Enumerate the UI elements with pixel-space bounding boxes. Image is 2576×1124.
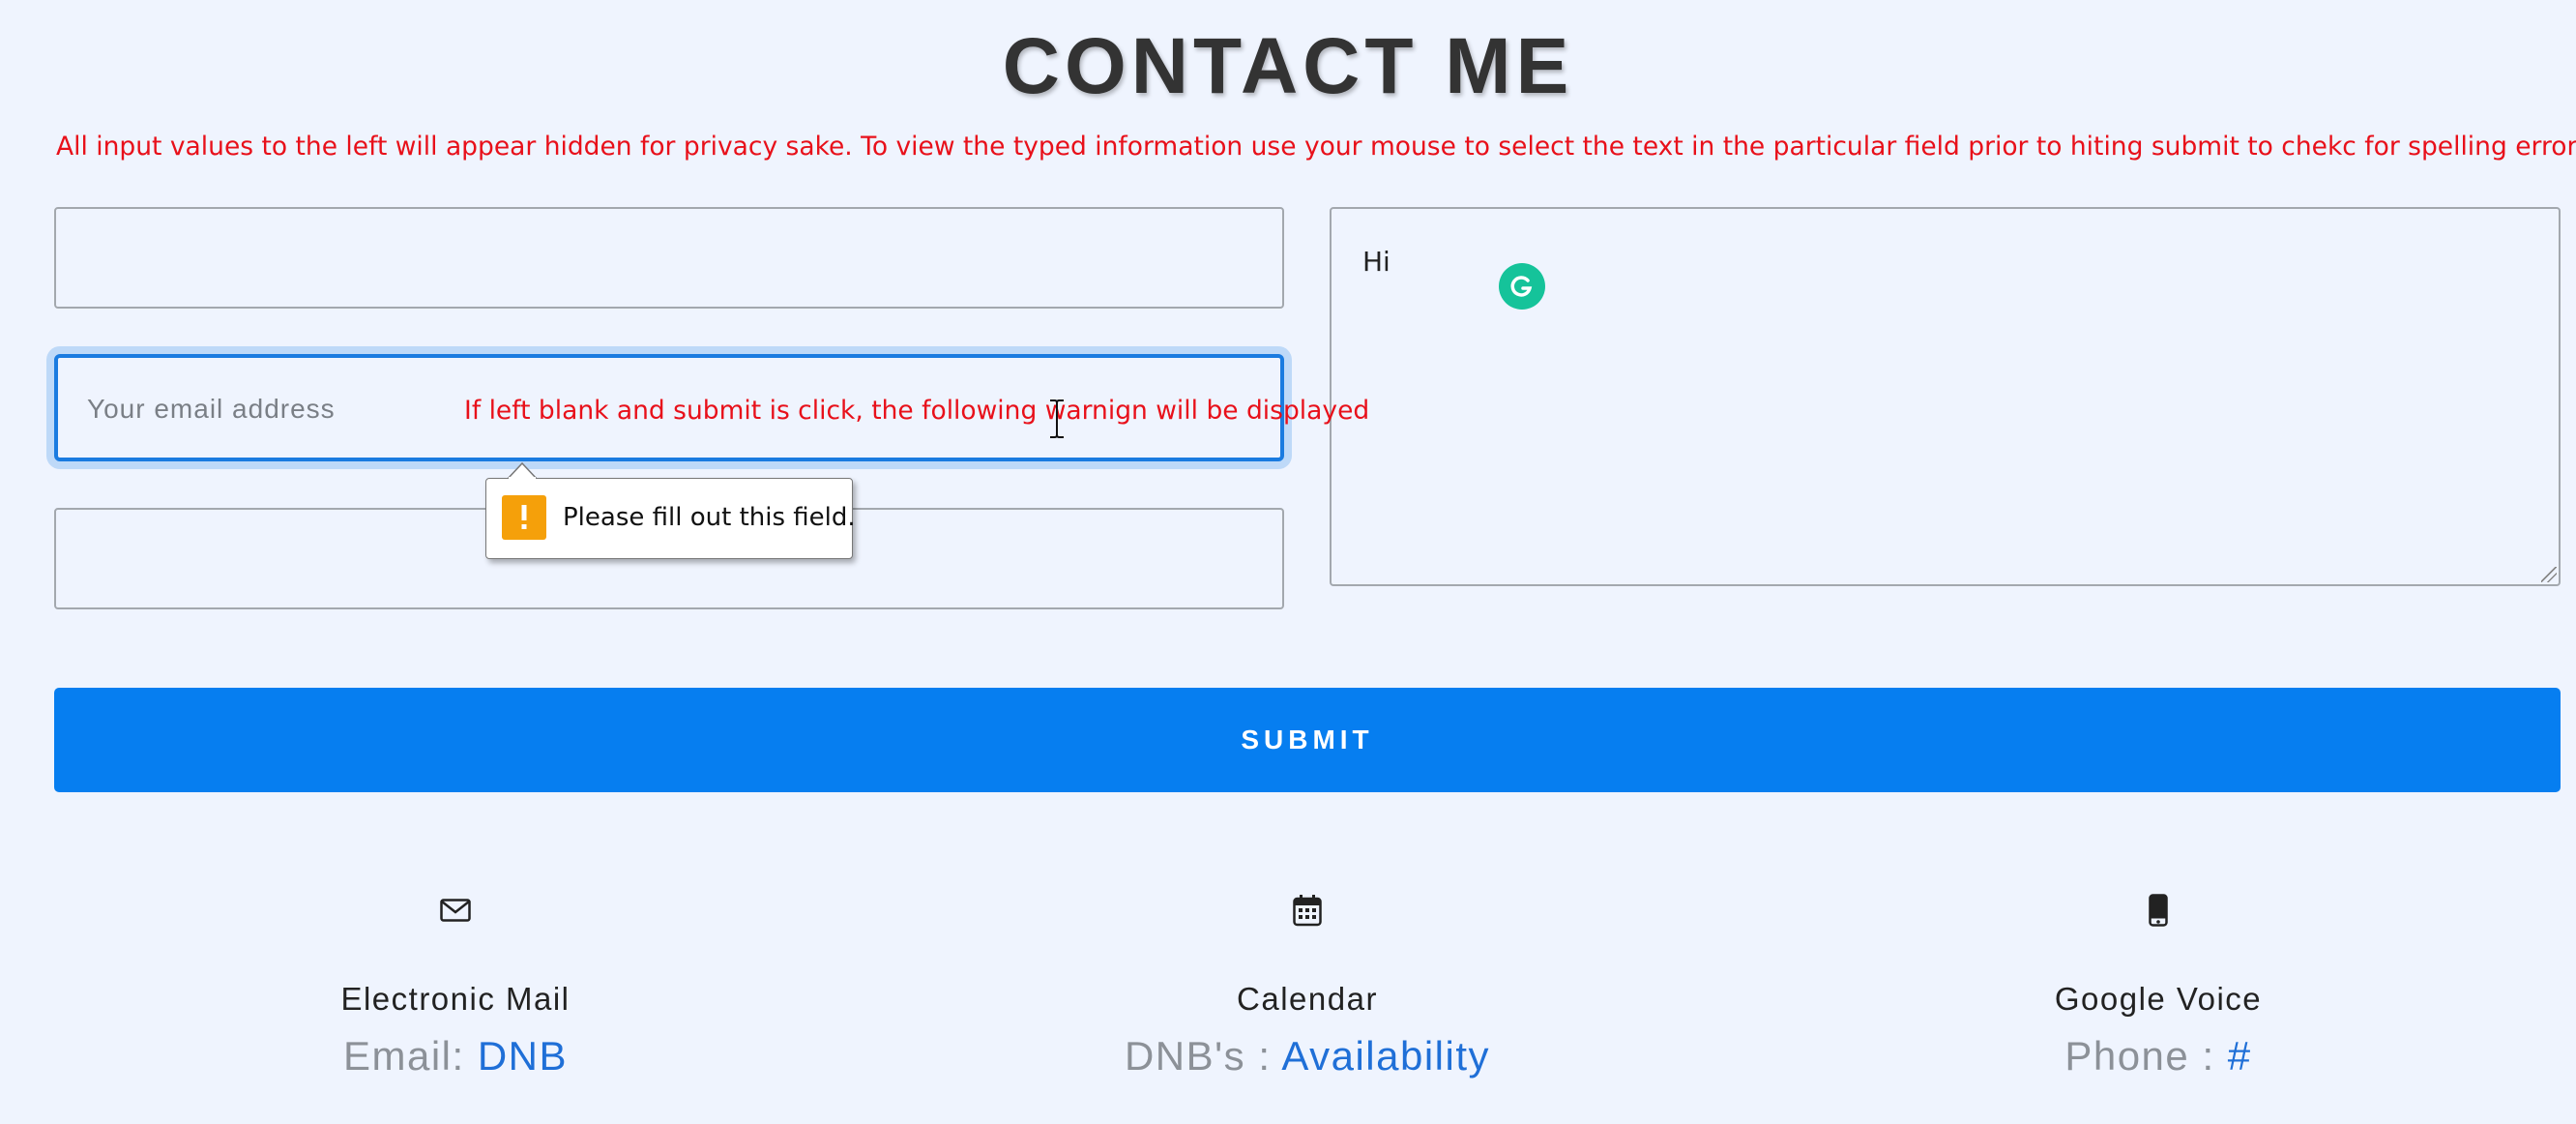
- mobile-phone-icon: [1820, 890, 2497, 931]
- contact-label: Electronic Mail: [340, 981, 571, 1017]
- validation-message: Please fill out this field.: [563, 503, 856, 532]
- contact-prefix: Phone :: [2064, 1033, 2228, 1079]
- text-cursor-icon: [1047, 399, 1067, 444]
- grammarly-icon[interactable]: [1499, 263, 1545, 310]
- message-value: Hi: [1362, 246, 1390, 278]
- warning-annotation: If left blank and submit is click, the f…: [464, 396, 1370, 426]
- email-placeholder: Your email address: [87, 394, 336, 424]
- validation-tooltip: Please fill out this field.: [485, 462, 856, 559]
- page-title: CONTACT ME: [1002, 22, 1574, 110]
- warning-icon: [502, 495, 546, 540]
- privacy-notice: All input values to the left will appear…: [56, 132, 2576, 162]
- contact-prefix: Email:: [342, 1033, 478, 1079]
- resize-handle[interactable]: [2541, 567, 2557, 582]
- envelope-icon: [117, 890, 794, 931]
- contact-electronic-mail: Electronic Mail Email: DNB: [117, 890, 794, 1080]
- contact-google-voice: Google Voice Phone : #: [1820, 890, 2497, 1080]
- contact-label: Calendar: [1237, 981, 1378, 1017]
- availability-link[interactable]: Availability: [1281, 1033, 1490, 1079]
- contact-label: Google Voice: [2054, 981, 2263, 1017]
- calendar-icon: [969, 890, 1646, 931]
- email-link[interactable]: DNB: [478, 1033, 568, 1079]
- contact-calendar: Calendar DNB's : Availability: [969, 890, 1646, 1080]
- contact-prefix: DNB's :: [1124, 1033, 1282, 1079]
- name-field[interactable]: [54, 207, 1284, 309]
- submit-button[interactable]: SUBMIT: [54, 688, 2561, 792]
- phone-link[interactable]: #: [2228, 1033, 2252, 1079]
- tooltip-arrow: [508, 462, 537, 479]
